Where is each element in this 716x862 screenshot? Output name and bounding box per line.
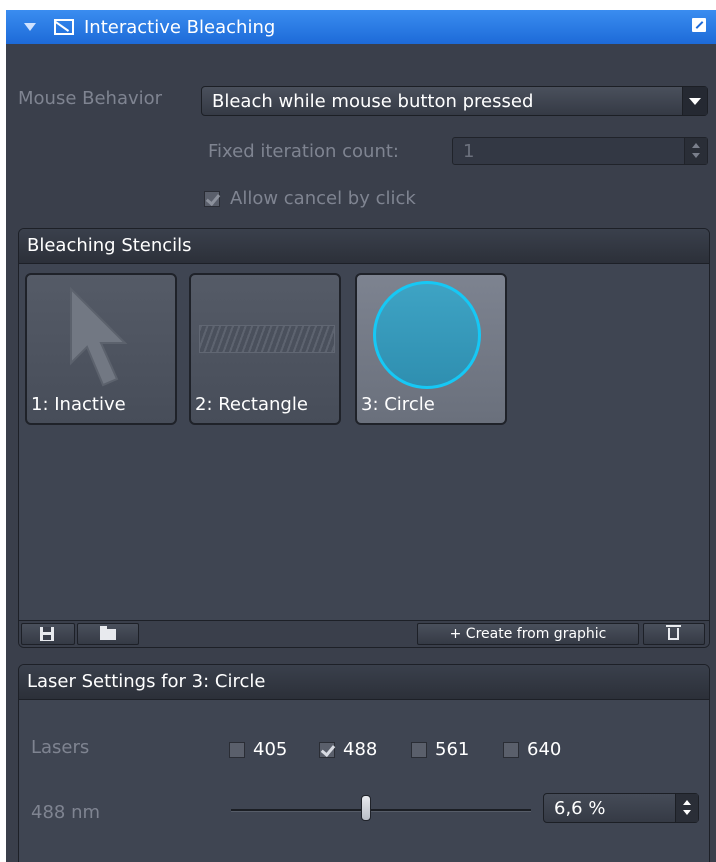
stencil-rectangle[interactable]: 2: Rectangle <box>189 273 341 425</box>
allow-cancel-row[interactable]: Allow cancel by click <box>204 188 416 209</box>
interactive-bleaching-panel: Interactive Bleaching Mouse Behavior Ble… <box>6 10 716 862</box>
stencil-circle[interactable]: 3: Circle <box>355 273 507 425</box>
laser-option-405[interactable]: 405 <box>229 739 287 760</box>
create-from-graphic-button[interactable]: + Create from graphic <box>417 623 639 645</box>
laser-checkbox-640[interactable] <box>503 741 519 758</box>
bleaching-stencils-heading: Bleaching Stencils <box>19 229 709 264</box>
laser-power-value: 6,6 % <box>554 798 606 819</box>
laser-settings-heading: Laser Settings for 3: Circle <box>19 665 709 700</box>
open-stencils-button[interactable] <box>77 623 139 645</box>
laser-option-561[interactable]: 561 <box>411 739 469 760</box>
delete-stencil-button[interactable] <box>643 623 705 645</box>
popout-icon[interactable] <box>692 18 706 32</box>
trash-icon <box>666 625 681 640</box>
spin-arrows-icon[interactable] <box>675 794 698 822</box>
stencil-label: 3: Circle <box>361 394 435 415</box>
stencil-label: 1: Inactive <box>31 394 126 415</box>
fixed-iteration-label: Fixed iteration count: <box>208 141 399 162</box>
laser-label: 640 <box>527 739 562 760</box>
stencils-toolbar: + Create from graphic <box>19 620 709 647</box>
allow-cancel-checkbox[interactable] <box>204 190 220 207</box>
mouse-behavior-dropdown[interactable]: Bleach while mouse button pressed <box>201 86 708 116</box>
allow-cancel-label: Allow cancel by click <box>230 188 416 209</box>
fixed-iteration-spinbox[interactable]: 1 <box>452 137 708 165</box>
folder-icon <box>100 626 116 640</box>
rectangle-icon <box>199 325 335 353</box>
laser-label: 405 <box>253 739 288 760</box>
laser-option-640[interactable]: 640 <box>503 739 561 760</box>
collapse-caret-icon[interactable] <box>24 23 36 31</box>
laser-checkbox-405[interactable] <box>229 741 245 758</box>
laser-option-488[interactable]: 488 <box>319 739 377 760</box>
window-icon <box>54 19 74 35</box>
laser-power-slider-track[interactable] <box>231 809 531 812</box>
laser-checkbox-488[interactable] <box>319 741 335 758</box>
mouse-behavior-label: Mouse Behavior <box>18 88 163 109</box>
save-stencils-button[interactable] <box>21 623 75 645</box>
laser-checkbox-561[interactable] <box>411 741 427 758</box>
laser-settings-group: Laser Settings for 3: Circle Lasers 405 … <box>18 664 710 862</box>
laser-power-slider-thumb[interactable] <box>361 795 371 821</box>
panel-title: Interactive Bleaching <box>84 16 276 38</box>
laser-label: 561 <box>435 739 470 760</box>
panel-title-bar[interactable]: Interactive Bleaching <box>6 10 716 44</box>
laser-label: 488 <box>343 739 378 760</box>
laser-power-label: 488 nm <box>31 802 101 823</box>
bleaching-stencils-group: Bleaching Stencils 1: Inactive 2: Rectan… <box>18 228 710 648</box>
chevron-down-icon[interactable] <box>682 87 707 115</box>
stencil-label: 2: Rectangle <box>195 394 308 415</box>
laser-power-spinbox[interactable]: 6,6 % <box>543 793 699 823</box>
spin-arrows-icon[interactable] <box>684 138 707 164</box>
save-icon <box>40 627 54 641</box>
stencil-inactive[interactable]: 1: Inactive <box>25 273 177 425</box>
fixed-iteration-value: 1 <box>463 141 475 162</box>
mouse-behavior-value: Bleach while mouse button pressed <box>212 91 534 112</box>
circle-icon <box>373 281 481 389</box>
arrow-cursor-icon <box>70 286 128 387</box>
lasers-label: Lasers <box>31 737 90 758</box>
